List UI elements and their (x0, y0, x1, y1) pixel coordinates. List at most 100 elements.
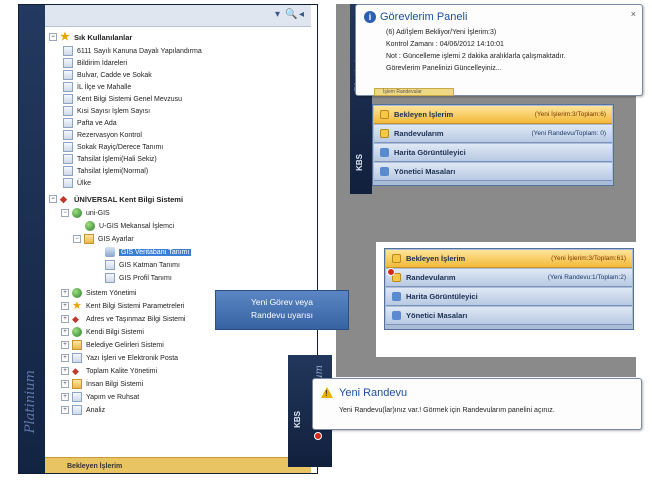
calendar-icon (380, 129, 389, 138)
tree-node[interactable]: + ◆ Adres ve Taşınmaz Bilgi Sistemi (61, 313, 185, 325)
pending-tasks-row[interactable]: Bekleyen İşlerim (Yeni İşlerim:3/Toplam:… (374, 106, 612, 124)
row-label: Harita Görüntüleyici (406, 292, 478, 301)
collapse-toggle-icon[interactable]: − (73, 235, 81, 243)
tree-node[interactable]: + Analiz (61, 404, 105, 416)
tree-label: Toplam Kalite Yönetimi (86, 367, 158, 375)
star-icon: ★ (60, 31, 70, 43)
pending-tasks-row[interactable]: Bekleyen İşlerim (Yeni İşlerim:3/Toplam:… (386, 250, 632, 268)
expand-toggle-icon[interactable]: + (61, 354, 69, 362)
expand-toggle-icon[interactable]: + (61, 315, 69, 323)
document-icon (63, 166, 73, 176)
navigation-tree-window: Platinium ▾ 🔍 ◂ − ★ Sık Kullanılanlar 61… (18, 4, 318, 474)
tree-label: uni-GIS (86, 209, 110, 217)
dropdown-icon[interactable]: ▾ (275, 9, 280, 20)
tree-label: Tahsilat İşlemi(Normal) (77, 167, 149, 175)
manager-desks-row[interactable]: Yönetici Masaları (386, 307, 632, 325)
appointments-tab-hint[interactable]: İşlem Randevular (374, 88, 454, 96)
envelope-icon (380, 110, 389, 119)
tree-item[interactable]: İL İlçe ve Mahalle (63, 81, 131, 93)
tree-node-favorites[interactable]: − ★ Sık Kullanılanlar (49, 31, 132, 43)
row-count: (Yeni İşlerim:3/Toplam:61) (551, 255, 626, 262)
row-label: Yönetici Masaları (394, 167, 456, 176)
tree-node[interactable]: + İnsan Bilgi Sistemi (61, 378, 143, 390)
tree-item[interactable]: Pafta ve Ada (63, 117, 117, 129)
tree-label: Yazı İşleri ve Elektronik Posta (86, 354, 179, 362)
tree-item[interactable]: Rezervasyon Kontrol (63, 129, 142, 141)
expand-toggle-icon[interactable]: + (61, 380, 69, 388)
document-icon (63, 154, 73, 164)
tree-item[interactable]: 6111 Sayılı Kanuna Dayalı Yapılandırma (63, 45, 202, 57)
expand-toggle-icon[interactable]: + (61, 393, 69, 401)
collapse-icon[interactable]: ◂ (299, 9, 304, 20)
close-icon[interactable]: × (631, 9, 636, 19)
tree-item[interactable]: Bildirim İdareleri (63, 57, 127, 69)
tree-item-selected[interactable]: GIS Veritabanı Tanımı (105, 246, 192, 258)
manager-desks-row[interactable]: Yönetici Masaları (374, 163, 612, 181)
map-viewer-row[interactable]: Harita Görüntüleyici (374, 144, 612, 162)
tree-label: Sokak Rayiç/Derece Tanımı (77, 143, 164, 151)
document-icon (72, 353, 82, 363)
document-icon (63, 130, 73, 140)
appointments-row[interactable]: Randevularım (Yeni Randevu:1/Toplam:2) (386, 269, 632, 287)
tree-node[interactable]: + Yapım ve Ruhsat (61, 391, 139, 403)
flag-icon: ◆ (60, 194, 67, 204)
row-label: Harita Görüntüleyici (394, 148, 466, 157)
tree-item[interactable]: Tahsilat İşlemi(Hali Sekiz) (63, 153, 157, 165)
expand-toggle-icon[interactable]: + (61, 328, 69, 336)
globe-icon (72, 327, 82, 337)
tree-item[interactable]: Kısi Sayısı İşlem Sayısı (63, 105, 150, 117)
tree-node[interactable]: + ◆ Toplam Kalite Yönetimi (61, 365, 157, 377)
document-icon (63, 46, 73, 56)
expand-toggle-icon[interactable]: + (61, 341, 69, 349)
tree-item[interactable]: Sokak Rayiç/Derece Tanımı (63, 141, 163, 153)
callout-line-2: Randevu uyarısı (251, 310, 313, 320)
tree-node-unigis[interactable]: − uni-GIS (61, 207, 110, 219)
document-icon (63, 106, 73, 116)
callout-line-1: Yeni Görev veya (250, 297, 314, 307)
expand-toggle-icon[interactable]: + (61, 406, 69, 414)
appointments-row[interactable]: Randevularım (Yeni Randevu/Toplam: 0) (374, 125, 612, 143)
tasks-panel-balloon: i Görevlerim Paneli × (6) Ad/İşlem Bekli… (355, 4, 643, 96)
tree-item[interactable]: Kent Bilgi Sistemi Genel Mevzusu (63, 93, 182, 105)
tree-item[interactable]: Tahsilat İşlemi(Normal) (63, 165, 148, 177)
kbs-side-strip: KBS (288, 355, 310, 467)
tree-label: Kısi Sayısı İşlem Sayısı (77, 107, 151, 115)
tree-node[interactable]: + Sistem Yönetimi (61, 287, 136, 299)
expand-toggle-icon[interactable]: + (61, 289, 69, 297)
row-label: Randevularım (394, 129, 444, 138)
tree-item[interactable]: Bulvar, Cadde ve Sokak (63, 69, 152, 81)
kbs-label: KBS (355, 154, 364, 171)
tree-item[interactable]: U-GIS Mekansal İşlemci (85, 220, 174, 232)
collapse-toggle-icon[interactable]: − (49, 195, 57, 203)
tree-item[interactable]: GIS Katman Tanımı (105, 259, 180, 271)
tree-item[interactable]: GIS Profil Tanımı (105, 272, 172, 284)
pending-tasks-bar[interactable]: Bekleyen İşlerim (45, 457, 311, 473)
new-appointment-balloon: ! Yeni Randevu Yeni Randevu(lar)ınız var… (312, 378, 642, 430)
row-label: Yönetici Masaları (406, 311, 468, 320)
tree-node[interactable]: + Belediye Gelirleri Sistemi (61, 339, 164, 351)
brand-logo-text: Platinium (23, 369, 38, 433)
tree-item[interactable]: Ülke (63, 177, 91, 189)
map-viewer-row[interactable]: Harita Görüntüleyici (386, 288, 632, 306)
tasks-panel-bottom: Bekleyen İşlerim (Yeni İşlerim:3/Toplam:… (384, 248, 634, 330)
folder-icon (72, 340, 82, 350)
tree-toolbar: ▾ 🔍 ◂ (45, 5, 311, 27)
expand-toggle-icon[interactable]: + (61, 302, 69, 310)
globe-icon (85, 221, 95, 231)
tree-node-gis-settings[interactable]: − GIS Ayarlar (73, 233, 134, 245)
row-count: (Yeni Randevu:1/Toplam:2) (547, 274, 626, 281)
collapse-toggle-icon[interactable]: − (49, 33, 57, 41)
tree-label: Kendi Bilgi Sistemi (86, 328, 144, 336)
collapse-toggle-icon[interactable]: − (61, 209, 69, 217)
database-icon (105, 247, 115, 257)
desk-icon (380, 167, 389, 176)
document-icon (63, 118, 73, 128)
tree-node-universal[interactable]: − ◆ ÜNİVERSAL Kent Bilgi Sistemi (49, 193, 183, 205)
tree-node[interactable]: + Kendi Bilgi Sistemi (61, 326, 144, 338)
expand-toggle-icon[interactable]: + (61, 367, 69, 375)
search-icon[interactable]: 🔍 (285, 9, 297, 20)
tree-label: GIS Katman Tanımı (119, 261, 180, 269)
tree-node[interactable]: + ★ Kent Bilgi Sistemi Parametreleri (61, 300, 184, 312)
tree-label: GIS Profil Tanımı (119, 274, 172, 282)
tree-node[interactable]: + Yazı İşleri ve Elektronik Posta (61, 352, 178, 364)
